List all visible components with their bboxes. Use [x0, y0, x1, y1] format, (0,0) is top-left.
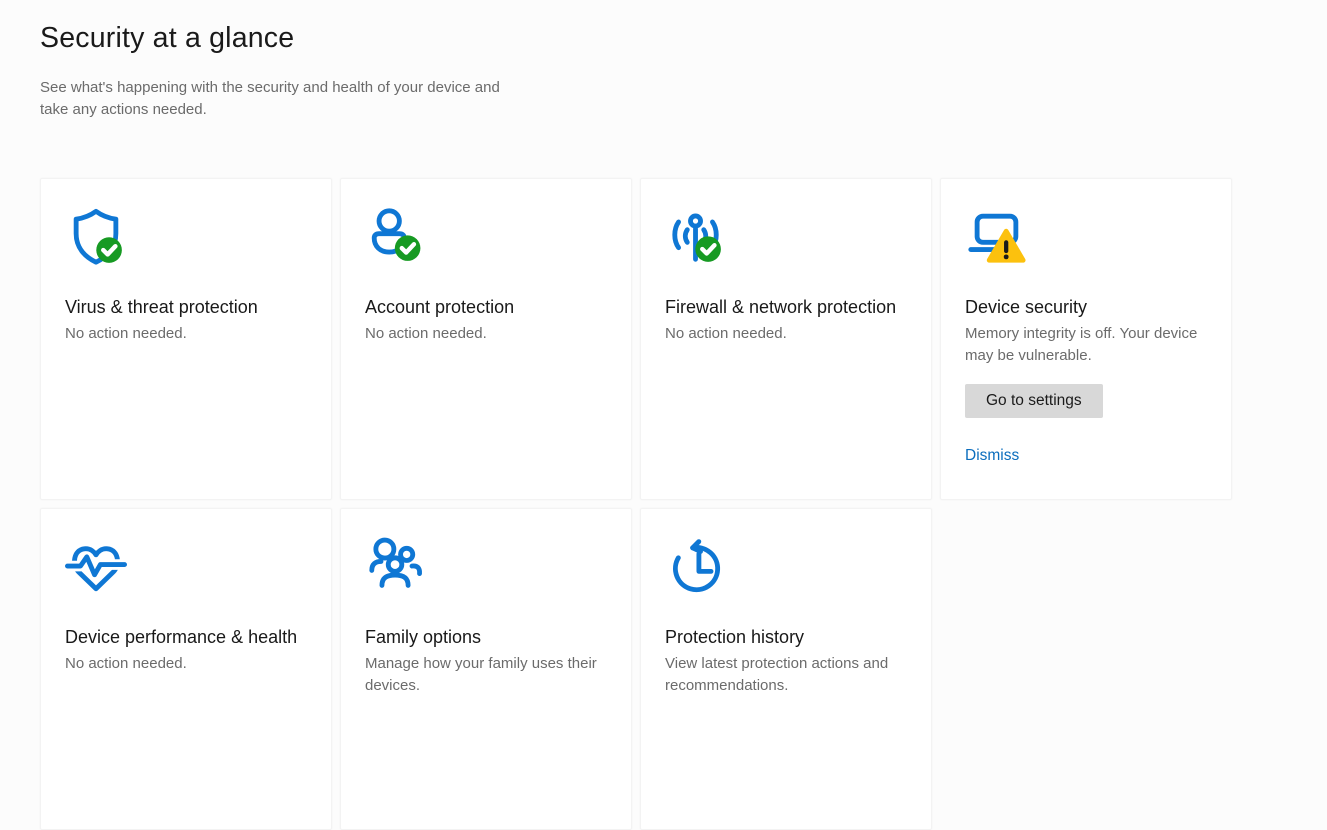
card-description: View latest protection actions and recom… — [665, 655, 889, 694]
shield-icon — [65, 206, 127, 268]
card-account-protection[interactable]: Account protection No action needed. — [340, 178, 632, 500]
card-title: Family options — [365, 627, 482, 647]
security-cards-grid: Virus & threat protection No action need… — [40, 178, 1232, 830]
family-icon — [365, 536, 427, 598]
card-device-performance-health[interactable]: Device performance & health No action ne… — [40, 508, 332, 830]
card-virus-threat-protection[interactable]: Virus & threat protection No action need… — [40, 178, 332, 500]
card-description: No action needed. — [365, 325, 487, 342]
card-title: Device performance & health — [65, 627, 298, 647]
history-icon — [665, 536, 727, 598]
card-firewall-network-protection[interactable]: Firewall & network protection No action … — [640, 178, 932, 500]
laptop-icon — [965, 206, 1027, 268]
card-description: No action needed. — [65, 655, 187, 672]
card-description: No action needed. — [665, 325, 787, 342]
card-title: Virus & threat protection — [65, 297, 258, 317]
card-description: Memory integrity is off. Your device may… — [965, 325, 1198, 364]
card-family-options[interactable]: Family options Manage how your family us… — [340, 508, 632, 830]
card-title: Account protection — [365, 297, 515, 317]
check-badge-icon — [394, 235, 421, 261]
card-protection-history[interactable]: Protection history View latest protectio… — [640, 508, 932, 830]
heart-pulse-icon — [62, 536, 130, 598]
page-header: Security at a glance See what's happenin… — [40, 22, 520, 121]
card-device-security[interactable]: Device security Memory integrity is off.… — [940, 178, 1232, 500]
card-title: Device security — [965, 297, 1088, 317]
card-title: Firewall & network protection — [665, 297, 897, 317]
check-badge-icon — [695, 236, 721, 262]
page-subtitle: See what's happening with the security a… — [40, 79, 500, 118]
antenna-icon — [665, 206, 727, 268]
page-title: Security at a glance — [40, 22, 295, 54]
check-badge-icon — [96, 237, 122, 263]
card-description: Manage how your family uses their device… — [365, 655, 597, 694]
card-description: No action needed. — [65, 325, 187, 342]
go-to-settings-button[interactable]: Go to settings — [965, 384, 1103, 418]
person-icon — [365, 206, 427, 268]
dismiss-link[interactable]: Dismiss — [965, 447, 1019, 465]
card-title: Protection history — [665, 627, 805, 647]
